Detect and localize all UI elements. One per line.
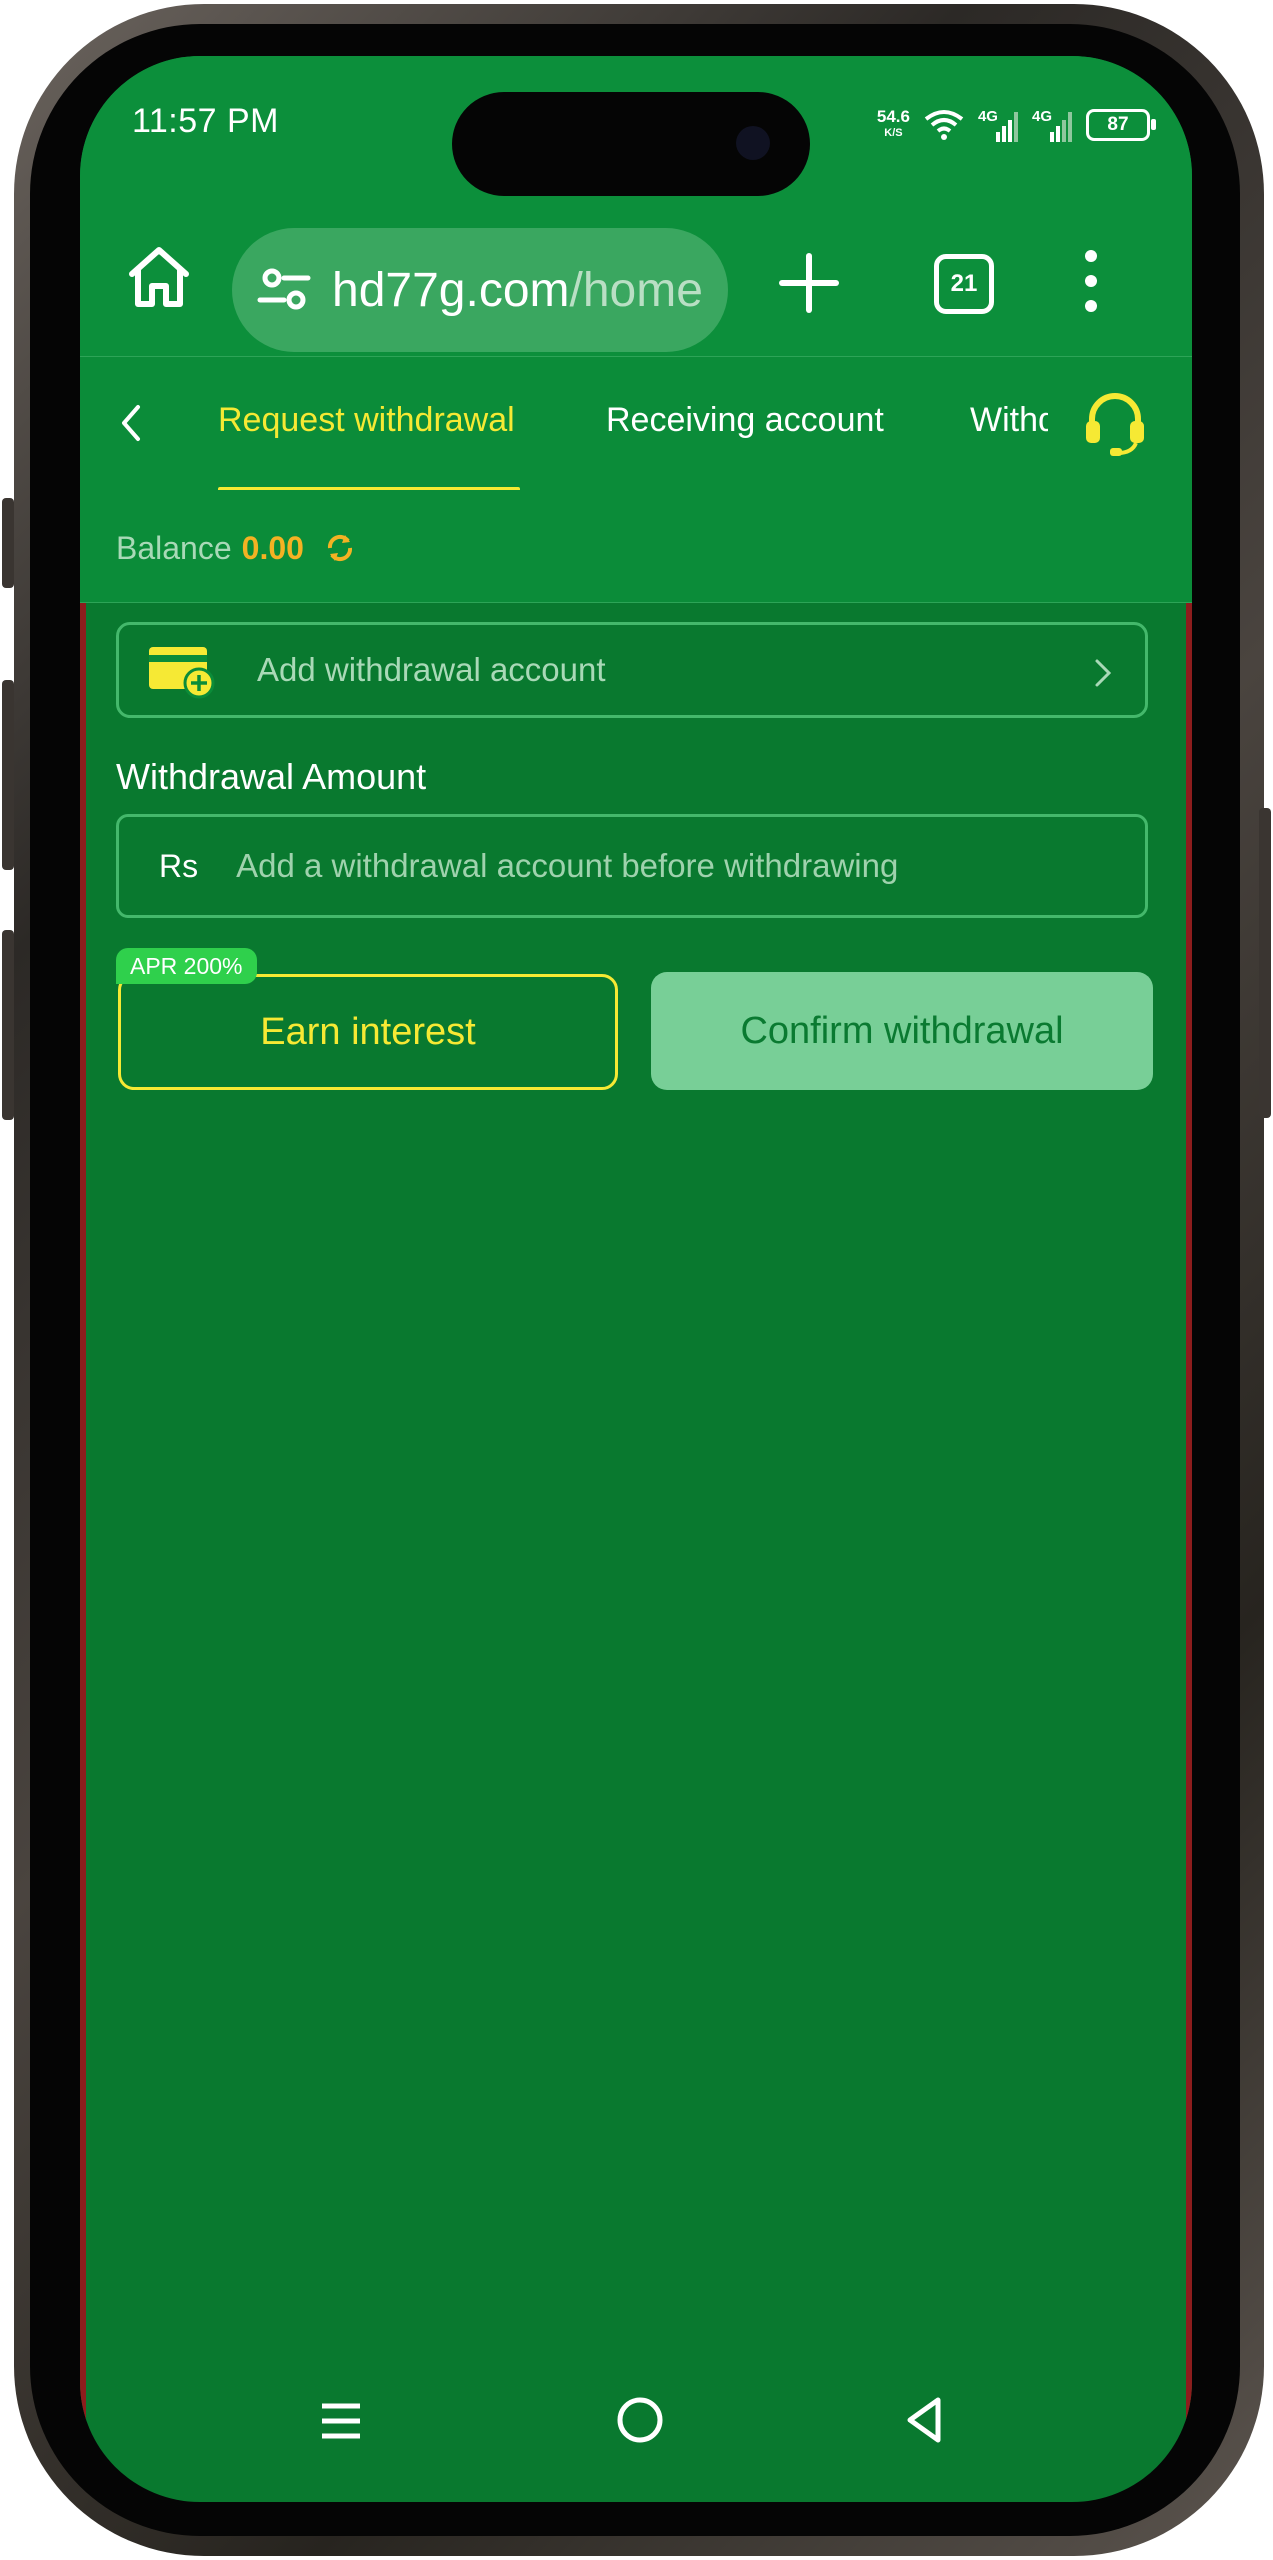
refresh-icon[interactable] — [323, 531, 357, 565]
withdraw-tab-nav: Request withdrawal Receiving account Wit… — [80, 356, 1192, 492]
signal-bars-icon — [1050, 112, 1072, 142]
android-navigation-bar — [80, 2382, 1192, 2502]
phone-screen: 11:57 PM 54.6 K/S 4G 4G 87 hd77g.com/hom… — [80, 56, 1192, 2502]
status-bar: 11:57 PM 54.6 K/S 4G 4G 87 — [80, 56, 1192, 206]
phone-side-button-mute — [2, 498, 14, 588]
customer-service-headset-icon[interactable] — [1082, 387, 1148, 457]
more-vert-icon[interactable] — [1076, 246, 1106, 316]
withdrawal-amount-field: Rs — [116, 814, 1148, 918]
tab-receiving-account[interactable]: Receiving account — [606, 401, 884, 440]
network-speed: 54.6 K/S — [877, 108, 910, 142]
wallet-add-icon — [149, 647, 215, 699]
apr-badge: APR 200% — [116, 948, 257, 984]
signal-bars-icon — [995, 112, 1018, 142]
tab-withdrawal-history[interactable]: Withdrawal — [970, 401, 1048, 440]
phone-side-button-volume-up — [2, 680, 14, 870]
url-text[interactable]: hd77g.com/home — [332, 263, 703, 318]
status-time: 11:57 PM — [132, 102, 280, 140]
balance-value: 0.00 — [241, 530, 304, 566]
recents-menu-icon[interactable] — [318, 2396, 364, 2446]
network-speed-unit: K/S — [884, 127, 903, 139]
withdrawal-amount-title: Withdrawal Amount — [116, 756, 427, 797]
network-speed-value: 54.6 — [876, 107, 910, 126]
front-camera — [736, 126, 770, 160]
confirm-withdrawal-button[interactable]: Confirm withdrawal — [651, 972, 1153, 1090]
balance-label: Balance — [116, 530, 232, 566]
url-domain: hd77g.com — [332, 263, 570, 317]
withdrawal-amount-input[interactable] — [234, 846, 1119, 886]
add-withdrawal-account-label: Add withdrawal account — [257, 651, 606, 688]
url-path: /home — [569, 263, 703, 317]
balance-row: Balance 0.00 — [80, 490, 1192, 603]
tab-switcher-button[interactable]: 21 — [934, 254, 994, 314]
wifi-icon — [924, 110, 964, 140]
home-icon[interactable] — [124, 242, 194, 312]
signal-1: 4G — [978, 108, 1018, 142]
balance-text: Balance 0.00 — [116, 530, 357, 567]
battery-indicator: 87 — [1086, 109, 1156, 141]
network-type-1: 4G — [977, 108, 998, 125]
phone-side-button-volume-down — [2, 930, 14, 1120]
address-bar[interactable]: hd77g.com/home — [232, 228, 728, 352]
earn-interest-button[interactable]: Earn interest — [118, 974, 618, 1090]
chevron-left-icon[interactable] — [110, 393, 150, 453]
new-tab-icon[interactable] — [774, 248, 844, 318]
browser-toolbar: hd77g.com/home 21 — [80, 206, 1192, 356]
status-icons: 54.6 K/S 4G 4G 87 — [877, 100, 1156, 150]
phone-side-button-power — [1259, 808, 1271, 1118]
dynamic-island — [452, 92, 810, 196]
nav-home-icon[interactable] — [612, 2392, 668, 2448]
tab-request-withdrawal[interactable]: Request withdrawal — [218, 401, 515, 440]
network-type-2: 4G — [1031, 108, 1052, 125]
nav-back-icon[interactable] — [898, 2392, 950, 2448]
add-withdrawal-account-button[interactable]: Add withdrawal account — [116, 622, 1148, 718]
site-settings-icon[interactable] — [254, 260, 314, 320]
chevron-right-icon — [1095, 659, 1112, 687]
currency-symbol: Rs — [159, 847, 199, 884]
signal-2: 4G — [1032, 108, 1072, 142]
